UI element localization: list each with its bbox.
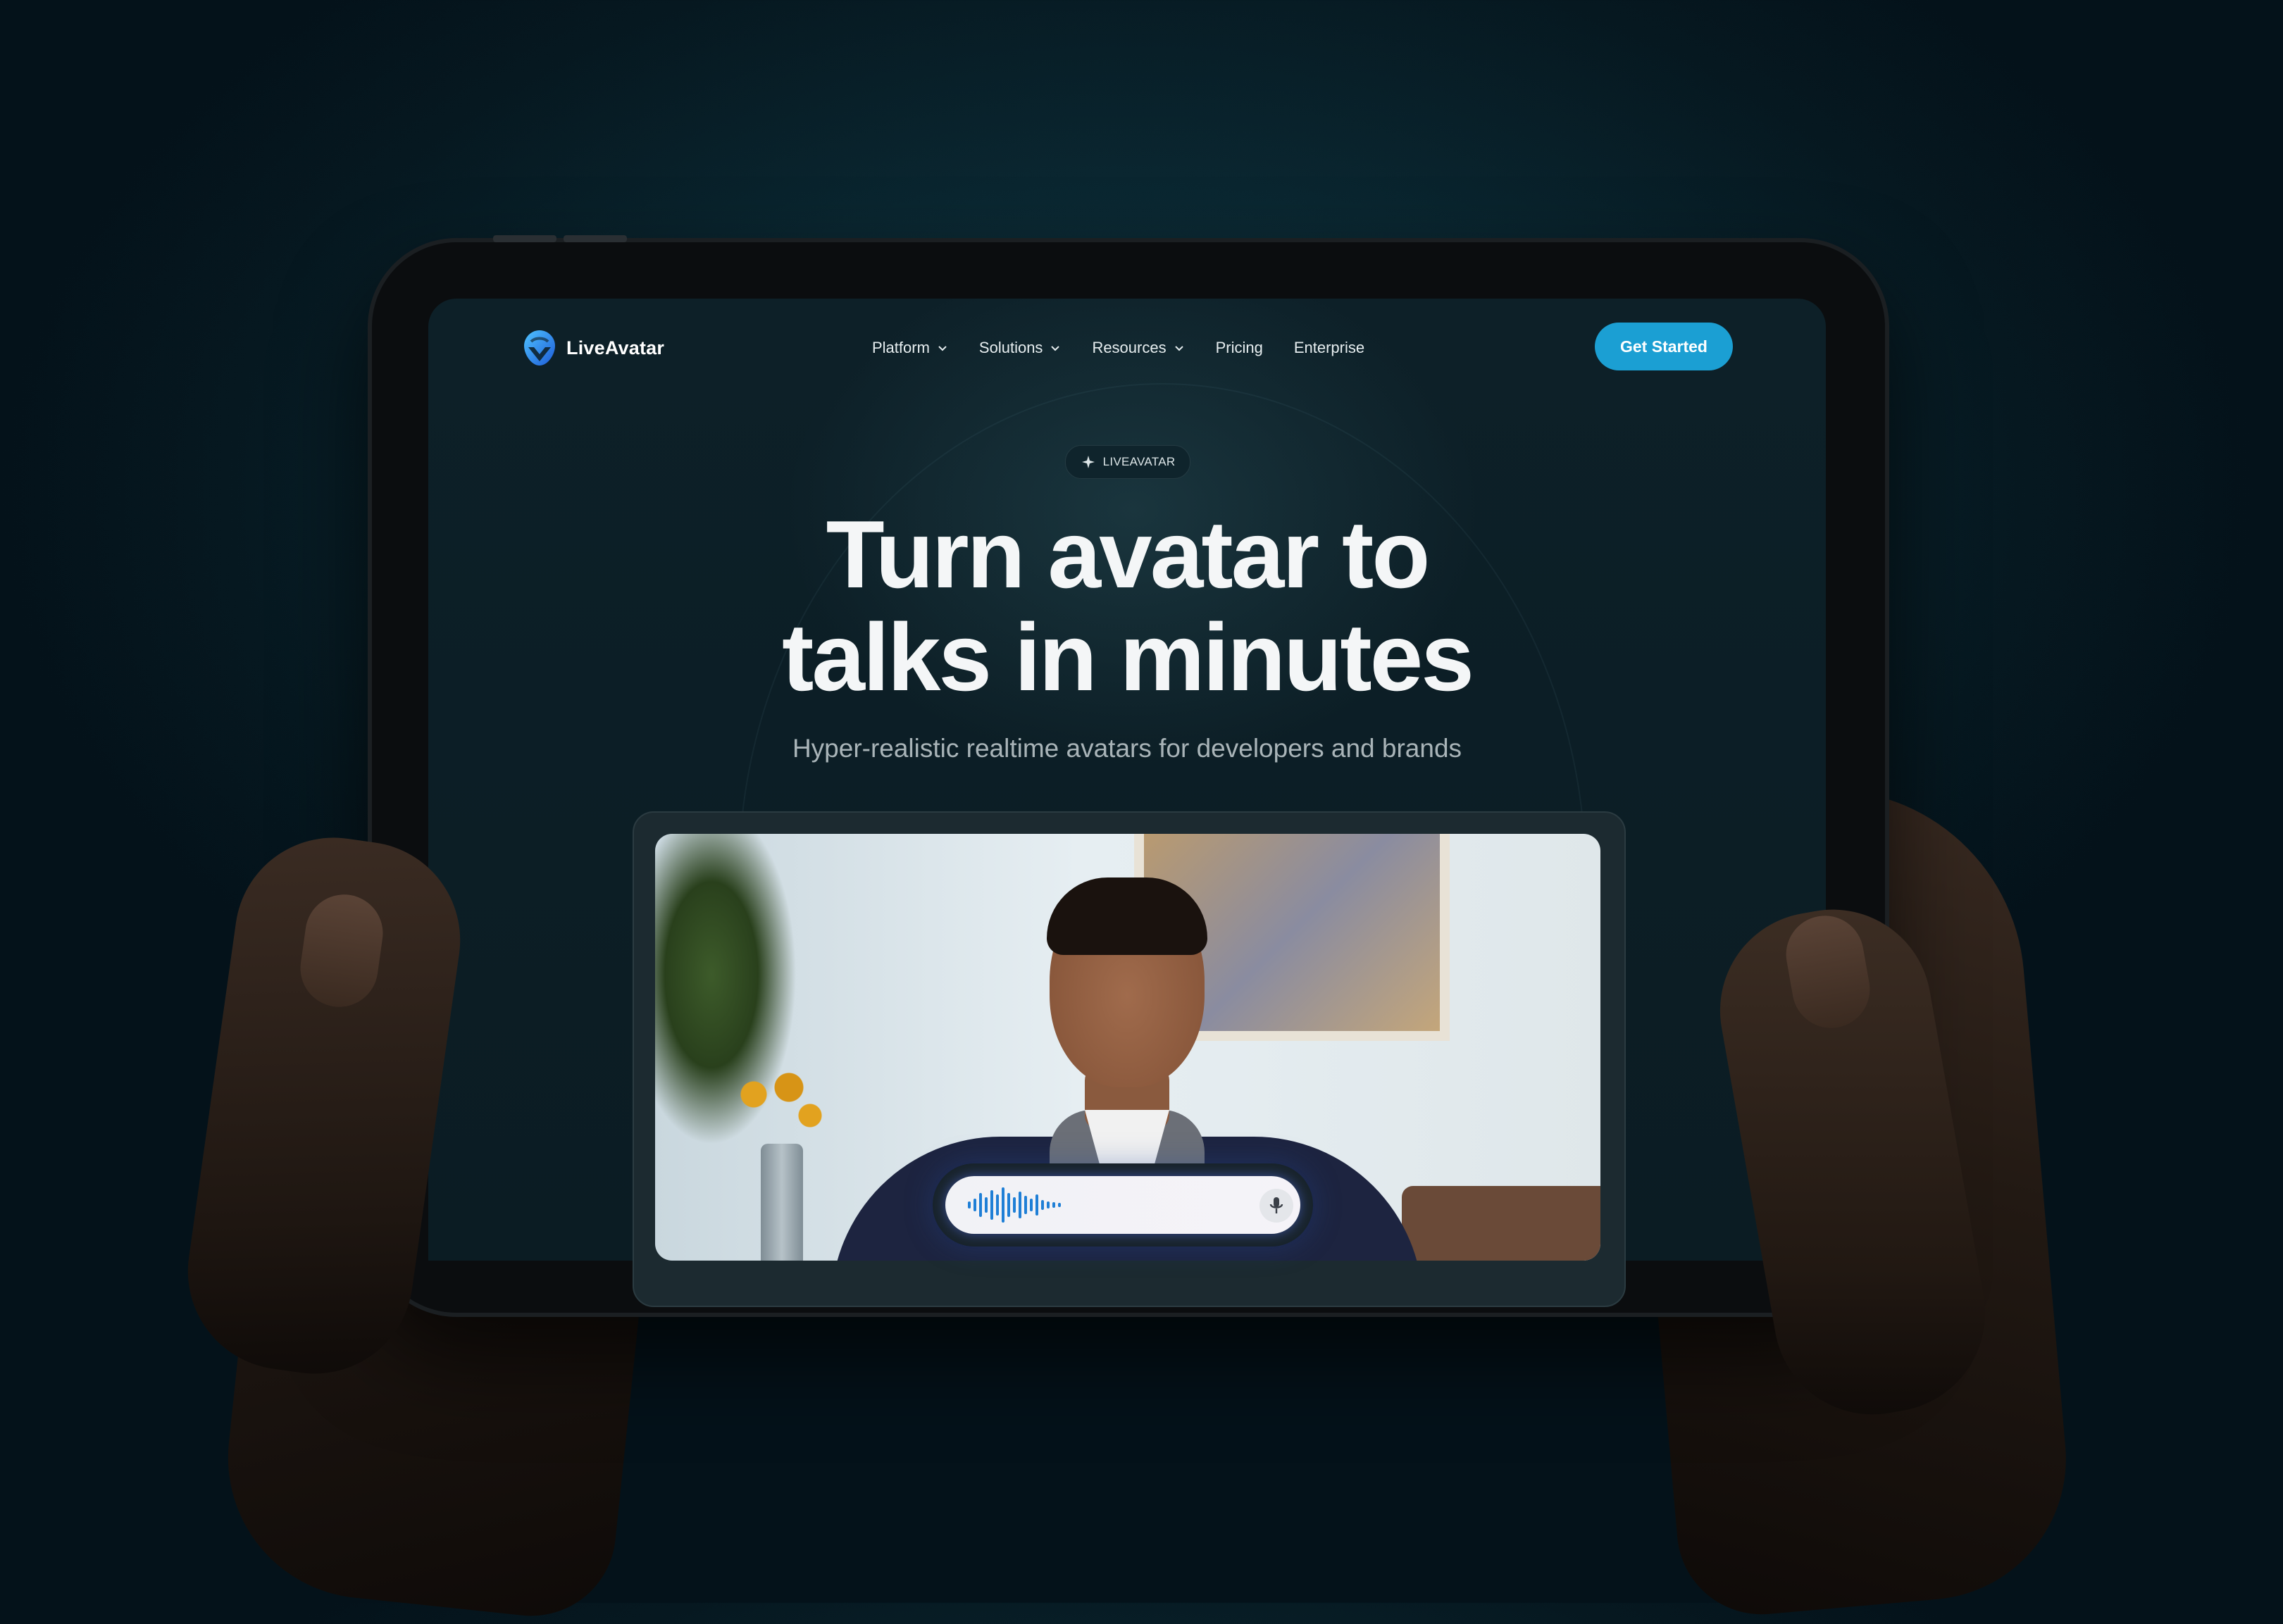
tablet-volume-button bbox=[493, 235, 556, 242]
nav-item-label: Solutions bbox=[978, 339, 1043, 356]
photo-scene: LiveAvatar Platform Solutions Resources … bbox=[0, 0, 2283, 1624]
hero-badge: LIVEAVATAR bbox=[1065, 445, 1190, 479]
waveform-icon bbox=[968, 1187, 1061, 1223]
chevron-down-icon bbox=[1174, 346, 1183, 351]
sparkle-icon bbox=[1081, 456, 1095, 468]
nav-item-solutions[interactable]: Solutions bbox=[979, 339, 1062, 357]
nav-item-label: Pricing bbox=[1215, 339, 1263, 356]
nav-item-label: Enterprise bbox=[1293, 339, 1365, 356]
nav-item-enterprise[interactable]: Enterprise bbox=[1294, 339, 1364, 357]
hero-headline-line: talks in minutes bbox=[782, 604, 1474, 711]
microphone-button[interactable] bbox=[1259, 1189, 1293, 1223]
vase-background bbox=[761, 1144, 803, 1261]
flowers-background bbox=[733, 1066, 831, 1151]
nav-item-resources[interactable]: Resources bbox=[1092, 339, 1184, 357]
hero-subheadline: Hyper-realistic realtime avatars for dev… bbox=[792, 734, 1462, 763]
logo-mark-icon bbox=[524, 330, 555, 366]
top-navigation: LiveAvatar Platform Solutions Resources … bbox=[428, 299, 1826, 397]
nav-item-label: Resources bbox=[1092, 339, 1167, 356]
nav-item-pricing[interactable]: Pricing bbox=[1216, 339, 1263, 357]
hero-headline-line: Turn avatar to bbox=[826, 501, 1431, 608]
hero-headline: Turn avatar to talks in minutes bbox=[428, 503, 1826, 708]
nav-item-platform[interactable]: Platform bbox=[872, 339, 948, 357]
microphone-icon bbox=[1269, 1197, 1283, 1213]
nav-item-label: Platform bbox=[872, 339, 930, 356]
chevron-down-icon bbox=[938, 346, 947, 351]
get-started-button[interactable]: Get Started bbox=[1595, 323, 1733, 370]
nav-menu: Platform Solutions Resources Pricing Ent… bbox=[872, 327, 1364, 369]
brand-name: LiveAvatar bbox=[566, 337, 665, 358]
sofa-background bbox=[1402, 1186, 1600, 1261]
chevron-down-icon bbox=[1051, 346, 1060, 351]
brand-logo[interactable]: LiveAvatar bbox=[523, 327, 664, 369]
hero-badge-label: LIVEAVATAR bbox=[1102, 455, 1176, 468]
tablet-volume-button bbox=[564, 235, 627, 242]
